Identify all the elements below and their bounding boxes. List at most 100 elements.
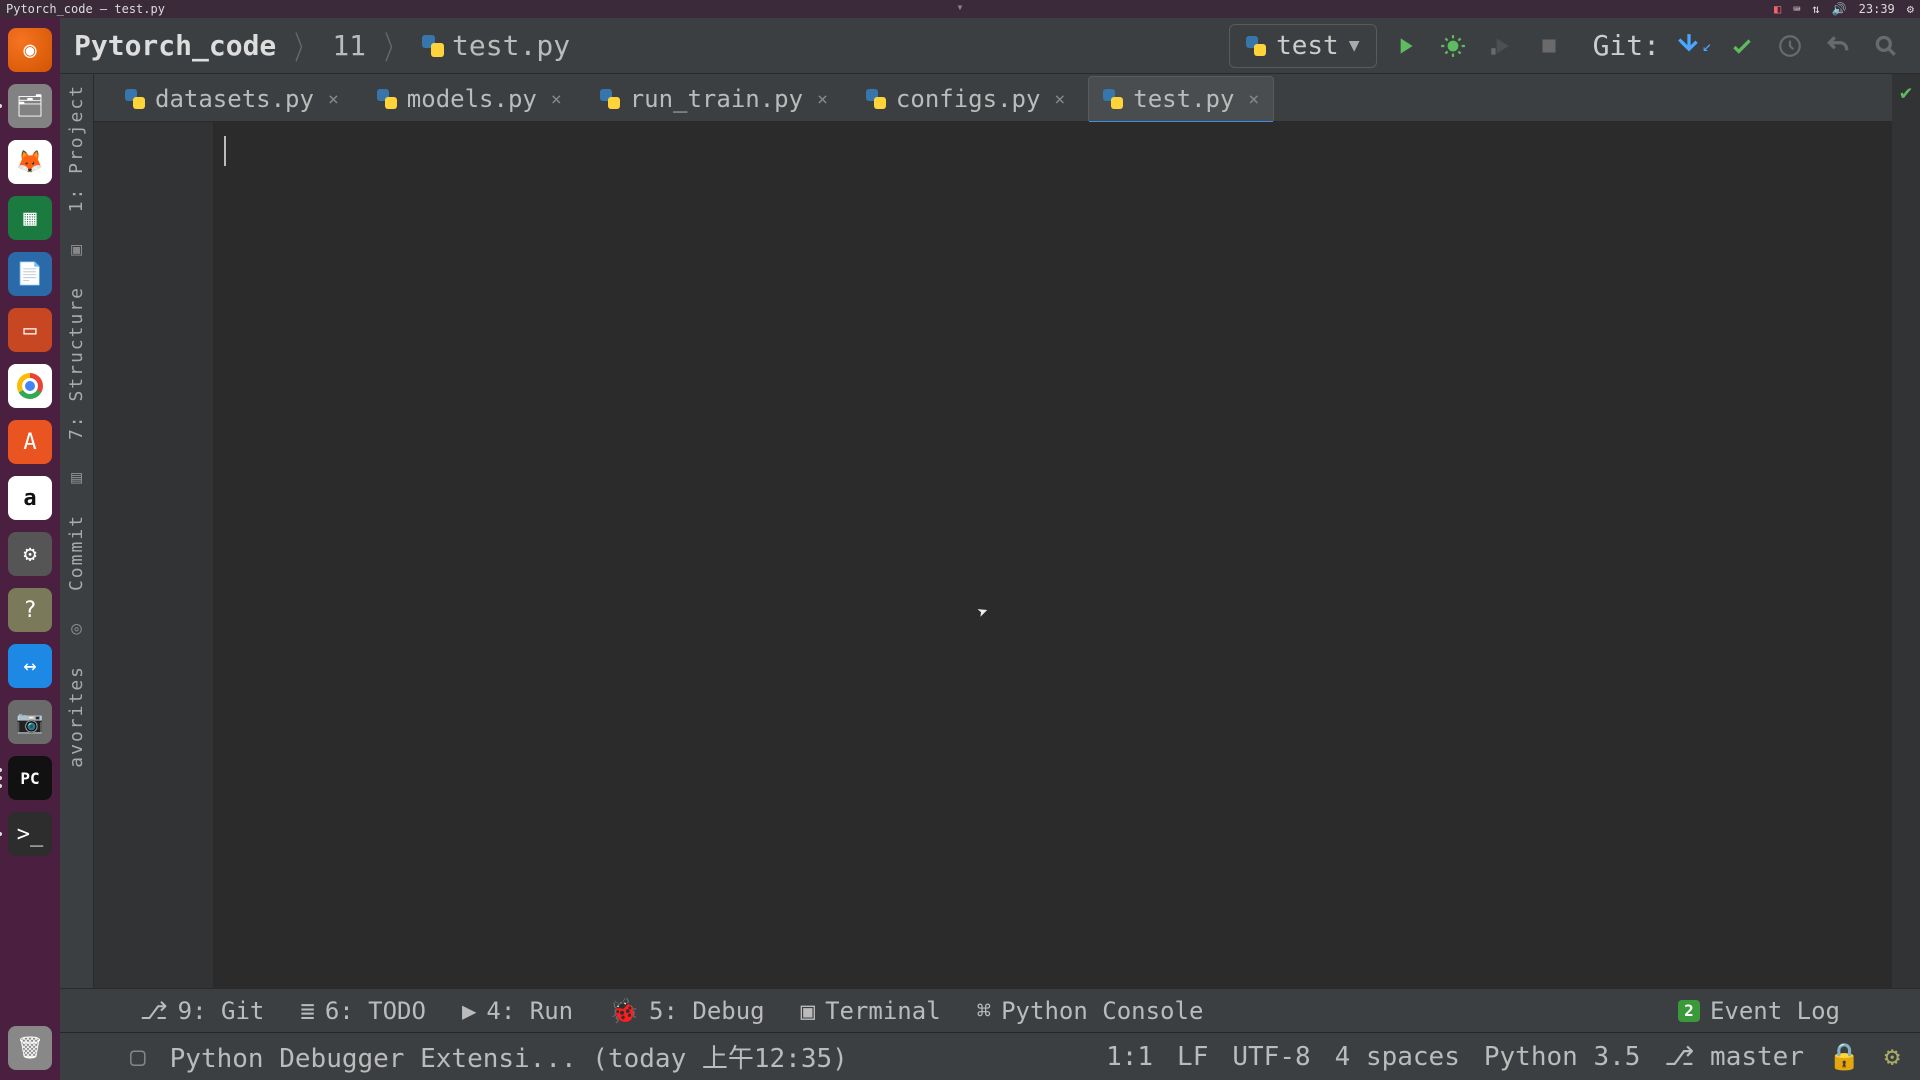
bottom-toolbar: ⎇ 9: Git ≣ 6: TODO ▶ 4: Run 🐞 5: Debug ▣… [60,988,1920,1032]
toolwin-todo-label: 6: TODO [325,997,426,1025]
trash-icon[interactable]: 🗑 [8,1026,52,1070]
debug-button[interactable] [1433,26,1473,66]
commit-icon[interactable]: ◎ [68,619,86,637]
files-icon[interactable]: 🗂 [8,84,52,128]
chevron-down-icon: ▼ [1349,35,1360,56]
settings-icon[interactable]: ⚙ [8,532,52,576]
toolwin-event-log[interactable]: 2 Event Log [1678,997,1840,1025]
git-branch[interactable]: ⎇ master [1664,1042,1804,1072]
python-file-icon [125,89,145,109]
toolwin-run[interactable]: ▶ 4: Run [462,997,573,1025]
left-tool-strip: 1: Project ▣ 7: Structure ▤ Commit ◎ avo… [60,74,94,988]
toolwin-git[interactable]: ⎇ 9: Git [140,997,264,1025]
power-icon[interactable]: ⚙ [1907,2,1914,16]
libreoffice-calc-icon[interactable]: ▦ [8,196,52,240]
desktop-top-bar: Pytorch_code – test.py ▾ ◧ ⌨ ⇅ 🔊 23:39 ⚙ [0,0,1920,18]
inspections-ok-icon[interactable]: ✔ [1900,80,1912,104]
indent-setting[interactable]: 4 spaces [1335,1042,1460,1072]
breadcrumb-folder[interactable]: 11 [332,29,366,62]
code-editor[interactable]: ➤ [94,122,1892,988]
close-icon[interactable]: × [328,89,339,110]
breadcrumb-file[interactable]: test.py [452,29,570,62]
tab-datasets[interactable]: datasets.py × [110,76,354,121]
firefox-icon[interactable]: 🦊 [8,140,52,184]
close-icon[interactable]: × [551,89,562,110]
lock-icon[interactable]: 🔒 [1828,1042,1860,1072]
libreoffice-writer-icon[interactable]: 📄 [8,252,52,296]
python-file-icon [600,89,620,109]
toolwin-terminal[interactable]: ▣ Terminal [801,997,941,1025]
event-count-badge: 2 [1678,1000,1700,1022]
titlebar-dropdown-icon[interactable]: ▾ [956,0,963,14]
keyboard-icon[interactable]: ⌨ [1793,2,1800,16]
line-separator[interactable]: LF [1177,1042,1208,1072]
pycharm-icon[interactable]: PC [8,756,52,800]
git-history-button[interactable] [1770,26,1810,66]
folder-icon[interactable]: ▣ [68,240,86,258]
chevron-right-icon: 〉 [384,23,403,69]
python-file-icon [1103,89,1123,109]
tool-commit[interactable]: Commit [66,514,87,591]
toolwin-python-console[interactable]: ⌘ Python Console [977,997,1204,1025]
text-caret [224,136,226,166]
tool-project[interactable]: 1: Project [66,84,87,212]
close-icon[interactable]: × [1248,89,1259,110]
chrome-icon[interactable] [8,364,52,408]
stop-button[interactable] [1529,26,1569,66]
tab-models[interactable]: models.py × [362,76,577,121]
toolwin-debug-label: 5: Debug [649,997,765,1025]
python-file-icon [377,89,397,109]
tab-test[interactable]: test.py × [1088,76,1274,121]
toolwin-eventlog-label: Event Log [1710,997,1840,1025]
right-gutter: ✔ [1892,74,1920,988]
close-icon[interactable]: × [817,89,828,110]
volume-icon[interactable]: 🔊 [1832,2,1847,16]
libreoffice-impress-icon[interactable]: ▭ [8,308,52,352]
branch-icon: ⎇ [1664,1042,1710,1072]
structure-icon[interactable]: ▤ [68,468,86,486]
indicator-icon[interactable]: ◧ [1774,2,1781,16]
toolwin-terminal-label: Terminal [825,997,941,1025]
toolwin-git-label: 9: Git [178,997,265,1025]
teamviewer-icon[interactable]: ↔ [8,644,52,688]
git-update-button[interactable]: ↙ [1674,26,1714,66]
toolwin-debug[interactable]: 🐞 5: Debug [609,997,764,1025]
tab-run-train[interactable]: run_train.py × [585,76,843,121]
screenshot-icon[interactable]: 📷 [8,700,52,744]
git-commit-button[interactable] [1722,26,1762,66]
file-encoding[interactable]: UTF-8 [1232,1042,1310,1072]
breadcrumb[interactable]: Pytorch_code 〉 11 〉 test.py [74,23,570,69]
toolwindow-toggle-icon[interactable]: ▢ [130,1042,146,1072]
run-config-selector[interactable]: test ▼ [1229,24,1376,68]
tab-configs[interactable]: configs.py × [851,76,1080,121]
run-button[interactable] [1385,26,1425,66]
toolwin-todo[interactable]: ≣ 6: TODO [300,997,426,1025]
tool-favorites[interactable]: avorites [66,665,87,768]
tool-structure[interactable]: 7: Structure [66,286,87,440]
editor-tabbar: datasets.py × models.py × run_train.py ×… [94,74,1892,122]
status-bar: ▢ Python Debugger Extensi... (today 上午12… [60,1032,1920,1080]
system-tray: ◧ ⌨ ⇅ 🔊 23:39 ⚙ [1774,2,1914,16]
network-icon[interactable]: ⇅ [1812,2,1819,16]
tab-label: configs.py [896,85,1041,113]
python-icon: ⌘ [977,997,991,1025]
amazon-icon[interactable]: a [8,476,52,520]
terminal-icon[interactable]: >_ [8,812,52,856]
breadcrumb-root[interactable]: Pytorch_code [74,29,276,62]
tab-label: datasets.py [155,85,314,113]
git-label: Git: [1593,29,1660,62]
help-icon[interactable]: ? [8,588,52,632]
run-config-label: test [1276,31,1339,61]
run-with-coverage-button[interactable] [1481,26,1521,66]
ubuntu-software-icon[interactable]: A [8,420,52,464]
search-everywhere-button[interactable] [1866,26,1906,66]
cursor-position[interactable]: 1:1 [1106,1042,1153,1072]
git-rollback-button[interactable] [1818,26,1858,66]
ide-settings-icon[interactable]: ⚙ [1884,1042,1900,1072]
close-icon[interactable]: × [1054,89,1065,110]
ide-window: Pytorch_code 〉 11 〉 test.py test ▼ [60,18,1920,1080]
interpreter[interactable]: Python 3.5 [1484,1042,1641,1072]
dash-icon[interactable]: ◉ [8,28,52,72]
code-area[interactable]: ➤ [214,122,1892,988]
clock[interactable]: 23:39 [1859,2,1895,16]
